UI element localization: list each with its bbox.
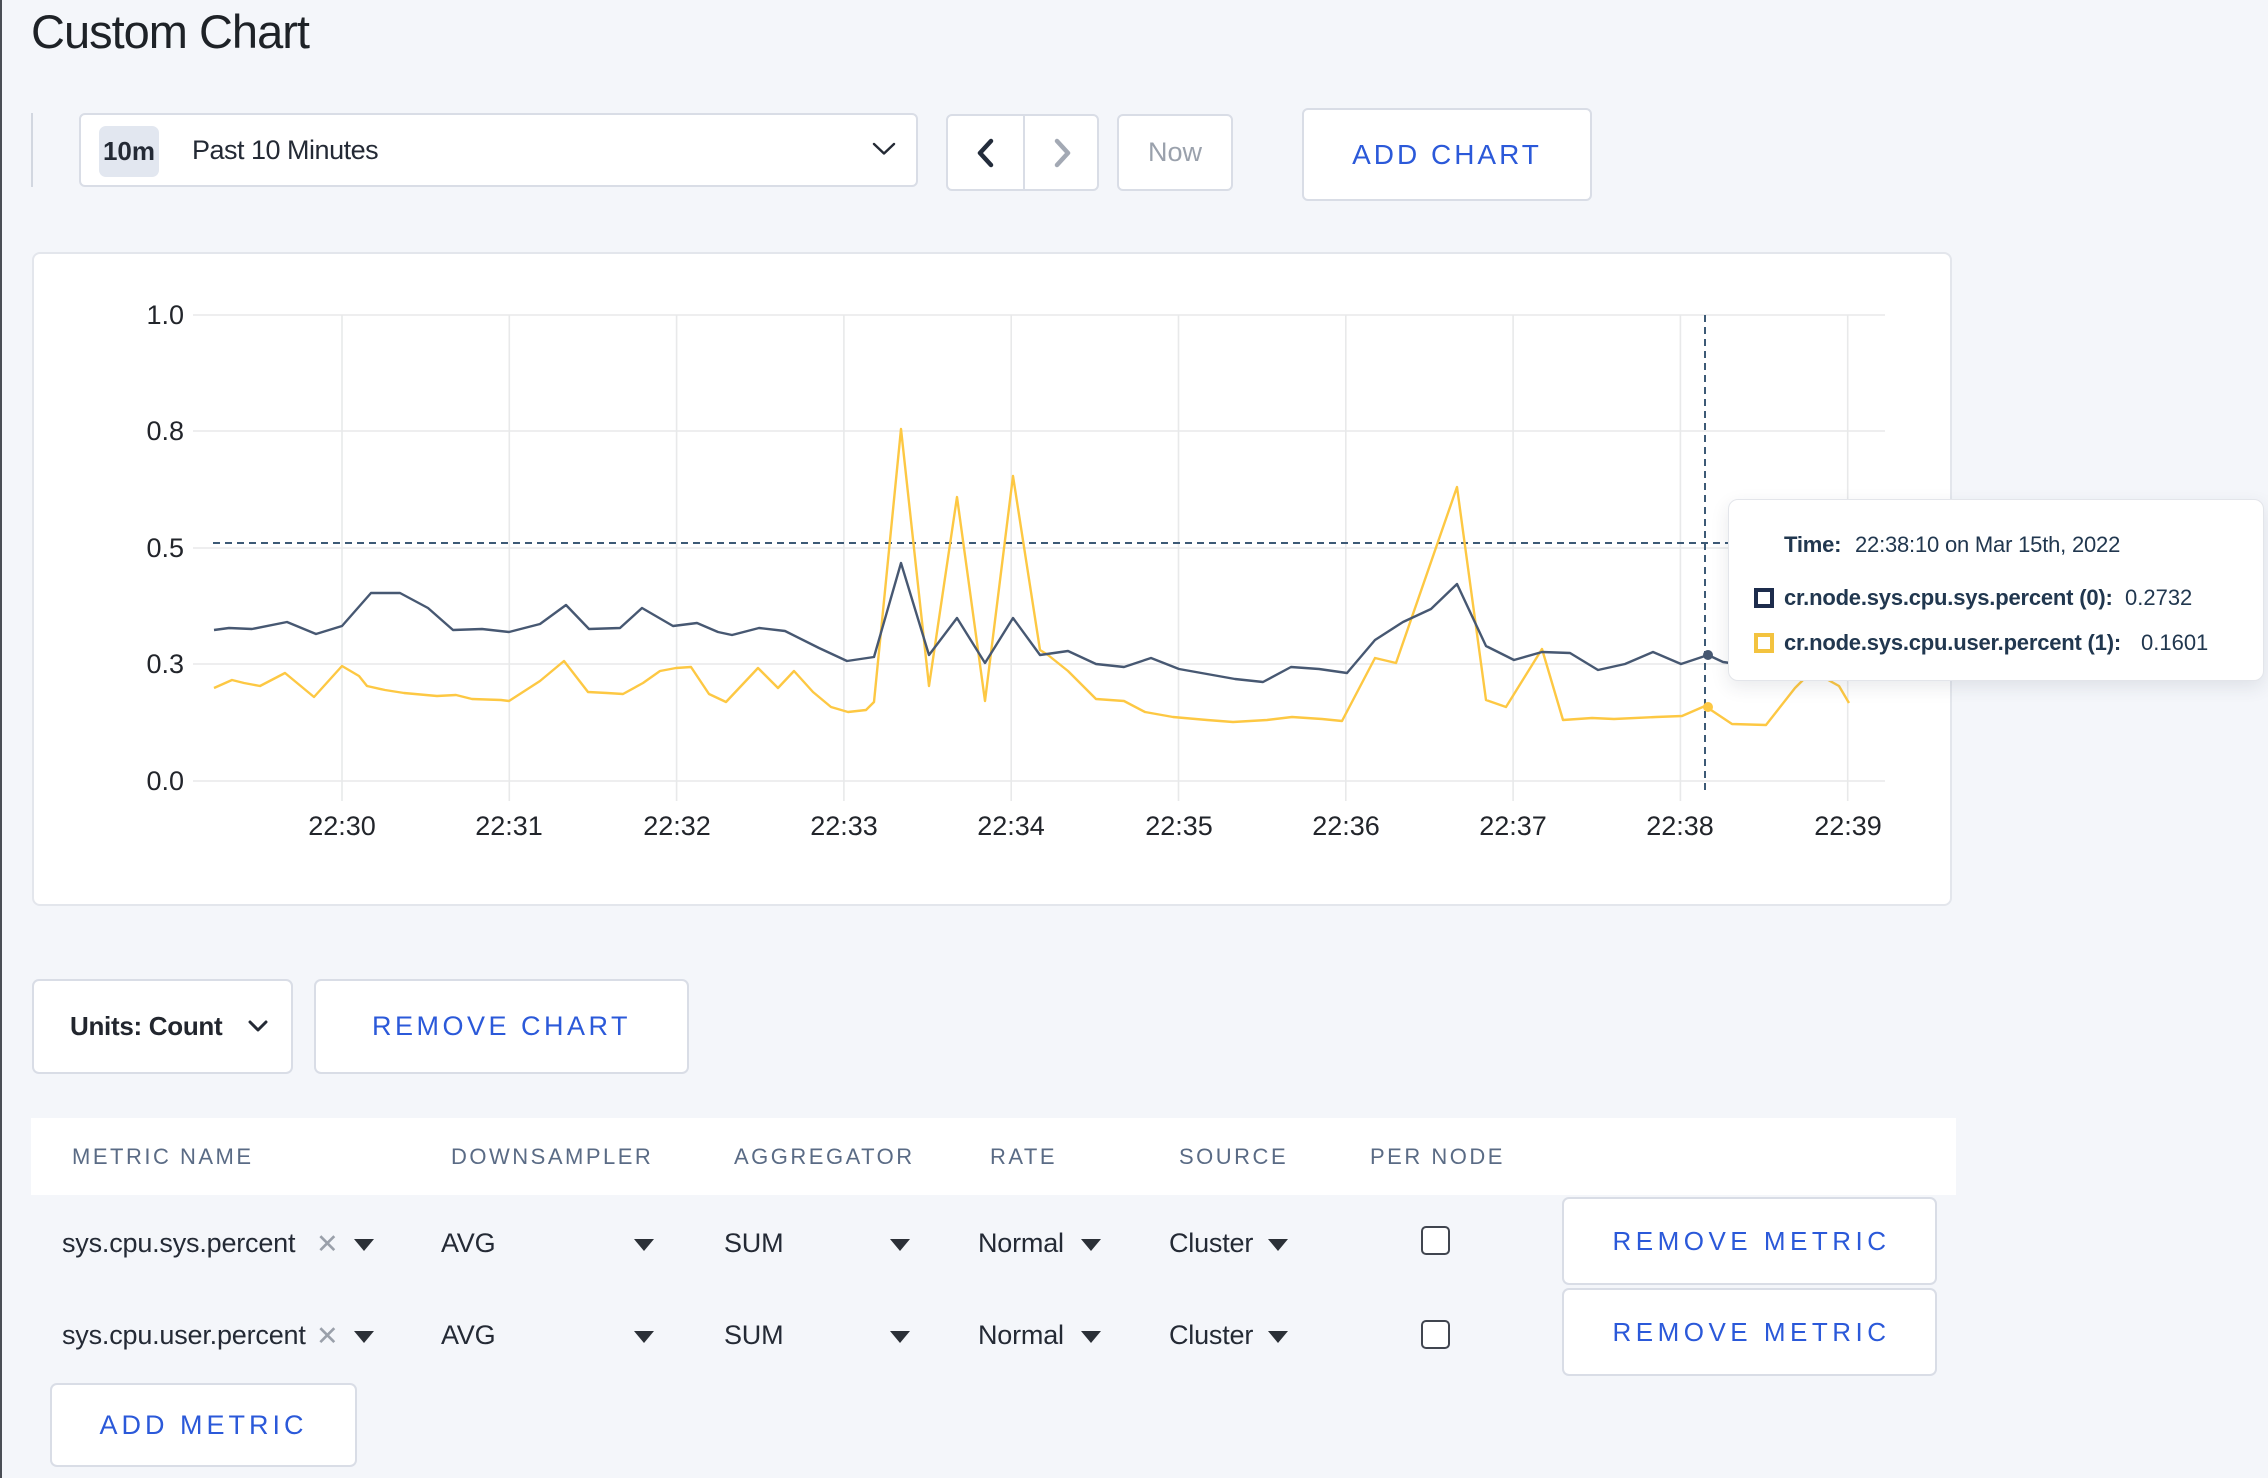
svg-text:22:32: 22:32 [643, 811, 711, 841]
svg-text:0.0: 0.0 [146, 766, 184, 796]
svg-text:22:39: 22:39 [1814, 811, 1882, 841]
svg-text:22:30: 22:30 [308, 811, 376, 841]
svg-text:22:37: 22:37 [1479, 811, 1547, 841]
svg-text:0.5: 0.5 [146, 533, 184, 563]
svg-text:22:31: 22:31 [475, 811, 543, 841]
svg-text:22:36: 22:36 [1312, 811, 1380, 841]
svg-text:22:34: 22:34 [977, 811, 1045, 841]
svg-text:22:33: 22:33 [810, 811, 878, 841]
svg-text:1.0: 1.0 [146, 300, 184, 330]
svg-text:22:38: 22:38 [1646, 811, 1714, 841]
svg-text:0.8: 0.8 [146, 416, 184, 446]
svg-text:22:35: 22:35 [1145, 811, 1213, 841]
svg-text:0.3: 0.3 [146, 649, 184, 679]
